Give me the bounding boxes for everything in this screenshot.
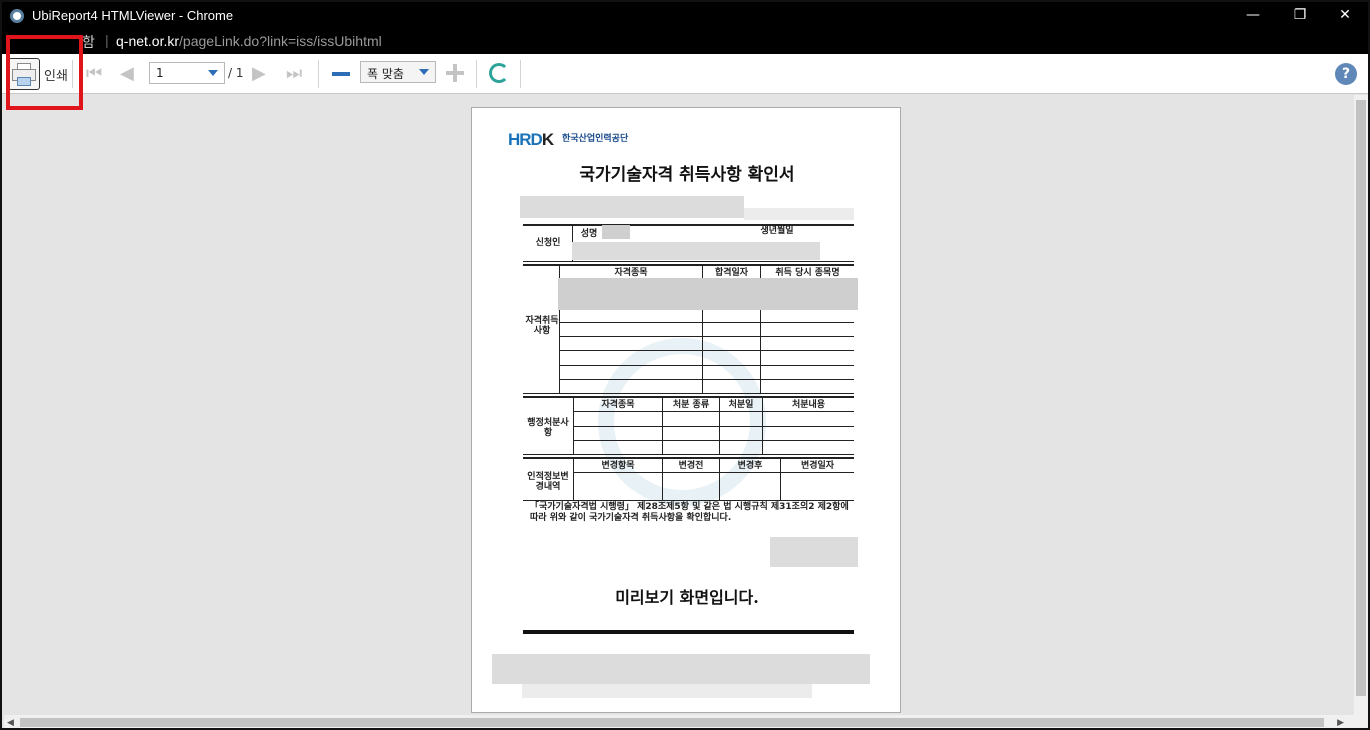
horizontal-scrollbar[interactable]: ◀ ▶ <box>4 715 1368 728</box>
qual-header: 합격일자 <box>714 268 749 278</box>
table-rule <box>523 261 854 262</box>
redacted-block <box>770 537 858 567</box>
viewer-toolbar: 인쇄 ⏮ ◀ 1 / 1 ▶ ⏭ 폭 맞춤 ? <box>2 54 1368 94</box>
redacted-block <box>492 654 870 684</box>
redacted-block <box>744 208 854 220</box>
document-title: 국가기술자격 취득사항 확인서 <box>579 165 795 185</box>
toolbar-divider <box>520 60 521 88</box>
previous-page-icon[interactable]: ◀ <box>120 65 134 83</box>
applicant-label: 신청인 <box>535 238 561 248</box>
logo-text: HRD <box>508 130 543 149</box>
first-page-icon[interactable]: ⏮ <box>86 65 102 83</box>
document-footer-rule <box>523 630 854 634</box>
browser-window: UbiReport4 HTMLViewer - Chrome — ❐ ✕ 함 |… <box>0 0 1370 730</box>
qual-header: 자격종목 <box>614 268 648 278</box>
highlight-box <box>6 35 83 110</box>
page-number-value: 1 <box>156 66 164 80</box>
url-text[interactable]: q-net.or.kr/pageLink.do?link=iss/issUbih… <box>116 33 382 49</box>
zoom-in-icon[interactable] <box>446 64 464 82</box>
admin-header: 처분일 <box>728 400 754 410</box>
personal-header: 변경전 <box>678 461 704 471</box>
scrollbar-thumb[interactable] <box>20 718 1324 727</box>
table-rule <box>523 264 854 266</box>
personal-header: 변경후 <box>737 461 763 471</box>
close-button[interactable]: ✕ <box>1322 2 1368 30</box>
qual-section-label: 자격취득사항 <box>525 316 559 336</box>
logo-k: K <box>541 130 554 149</box>
zoom-value: 폭 맞춤 <box>367 67 404 81</box>
page-total: / 1 <box>228 66 244 80</box>
security-indicator[interactable]: 함 <box>82 32 95 52</box>
table-row <box>573 440 854 441</box>
help-icon[interactable]: ? <box>1335 63 1357 85</box>
report-page: HRDK 한국산업인력공단 국가기술자격 취득사항 확인서 신청인 성명 생년월… <box>471 107 901 713</box>
personal-header: 변경일자 <box>800 461 835 471</box>
confirmation-statement: 「국가기술자격법 시행령」 제28조제5항 및 같은 법 시행규칙 제31조의2… <box>530 502 849 523</box>
redacted-block <box>602 225 630 239</box>
window-title: UbiReport4 HTMLViewer - Chrome <box>32 8 234 23</box>
qual-header: 취득 당시 종목명 <box>775 268 840 278</box>
admin-header: 처분 종류 <box>672 400 710 410</box>
birth-label: 생년월일 <box>760 226 794 236</box>
chevron-down-icon <box>208 70 218 76</box>
admin-header: 자격종목 <box>601 400 635 410</box>
zoom-select[interactable]: 폭 맞춤 <box>360 61 436 83</box>
redacted-block <box>558 278 858 310</box>
redacted-block <box>522 684 812 698</box>
table-row <box>559 365 854 366</box>
table-row <box>559 379 854 380</box>
toolbar-divider <box>476 60 477 88</box>
title-bar: UbiReport4 HTMLViewer - Chrome — ❐ ✕ <box>2 2 1368 30</box>
url-path: /pageLink.do?link=iss/issUbihtml <box>179 33 382 49</box>
url-domain: q-net.or.kr <box>116 33 180 49</box>
scroll-right-icon[interactable]: ▶ <box>1337 718 1344 728</box>
toolbar-divider <box>318 60 319 88</box>
address-bar[interactable]: 함 | q-net.or.kr/pageLink.do?link=iss/iss… <box>2 30 1368 54</box>
vertical-scrollbar[interactable] <box>1354 95 1368 715</box>
preview-message: 미리보기 화면입니다. <box>615 588 759 607</box>
personal-header: 변경항목 <box>601 461 635 471</box>
scroll-left-icon[interactable]: ◀ <box>7 718 14 728</box>
page-number-select[interactable]: 1 <box>149 62 225 84</box>
name-label: 성명 <box>580 229 598 239</box>
logo-org-name: 한국산업인력공단 <box>562 134 629 144</box>
refresh-icon[interactable] <box>489 63 509 83</box>
table-row <box>559 322 854 323</box>
table-row <box>573 426 854 427</box>
chevron-down-icon <box>419 69 429 75</box>
next-page-icon[interactable]: ▶ <box>252 65 266 83</box>
restore-button[interactable]: ❐ <box>1277 2 1323 30</box>
minimize-button[interactable]: — <box>1230 2 1276 30</box>
scrollbar-thumb[interactable] <box>1356 100 1366 696</box>
table-rule <box>523 393 854 394</box>
admin-header: 처분내용 <box>791 400 826 410</box>
table-row <box>559 336 854 337</box>
table-rule <box>523 500 854 501</box>
last-page-icon[interactable]: ⏭ <box>286 65 302 83</box>
hrdk-logo: HRDK <box>508 130 554 150</box>
redacted-block <box>520 196 744 218</box>
chrome-app-icon <box>10 9 24 23</box>
table-row <box>573 472 854 473</box>
personal-section-label: 인적정보변경내역 <box>527 472 569 492</box>
zoom-out-icon[interactable] <box>332 72 350 76</box>
table-row <box>573 411 854 412</box>
table-row <box>559 350 854 351</box>
seal-watermark <box>598 338 766 506</box>
address-separator: | <box>105 32 109 48</box>
admin-section-label: 행정처분사항 <box>527 418 569 438</box>
redacted-block <box>572 242 820 260</box>
table-rule <box>523 454 854 455</box>
